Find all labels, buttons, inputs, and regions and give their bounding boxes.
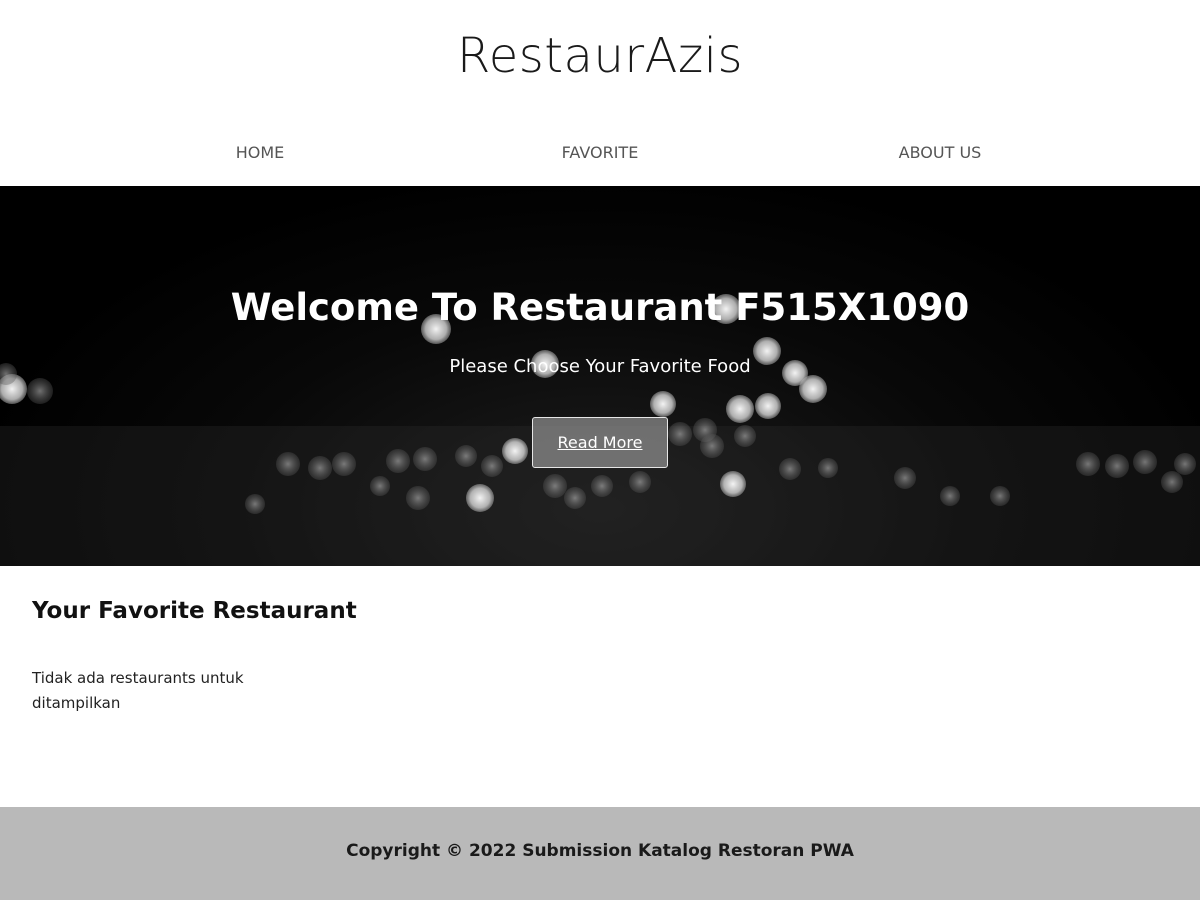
brand-title: RestaurAzis: [457, 28, 743, 84]
read-more-button[interactable]: Read More: [532, 417, 668, 468]
site-header: RestaurAzis HOME FAVORITE ABOUT US: [0, 0, 1200, 186]
site-footer: Copyright © 2022 Submission Katalog Rest…: [0, 807, 1200, 900]
nav-favorite-link[interactable]: FAVORITE: [480, 140, 720, 166]
favorite-section: Your Favorite Restaurant Tidak ada resta…: [32, 598, 1168, 778]
hero-subtitle: Please Choose Your Favorite Food: [449, 356, 751, 377]
empty-state-message: Tidak ada restaurants untuk ditampilkan: [32, 669, 244, 712]
hero-title: Welcome To Restaurant F515X1090: [230, 286, 970, 329]
nav-home-link[interactable]: HOME: [140, 140, 380, 166]
section-title: Your Favorite Restaurant: [32, 598, 357, 624]
main-nav: HOME FAVORITE ABOUT US: [0, 140, 1200, 166]
copyright-text: Copyright © 2022 Submission Katalog Rest…: [346, 841, 854, 861]
hero-banner: Welcome To Restaurant F515X1090 Please C…: [0, 186, 1200, 566]
nav-about-us-link[interactable]: ABOUT US: [820, 140, 1060, 166]
